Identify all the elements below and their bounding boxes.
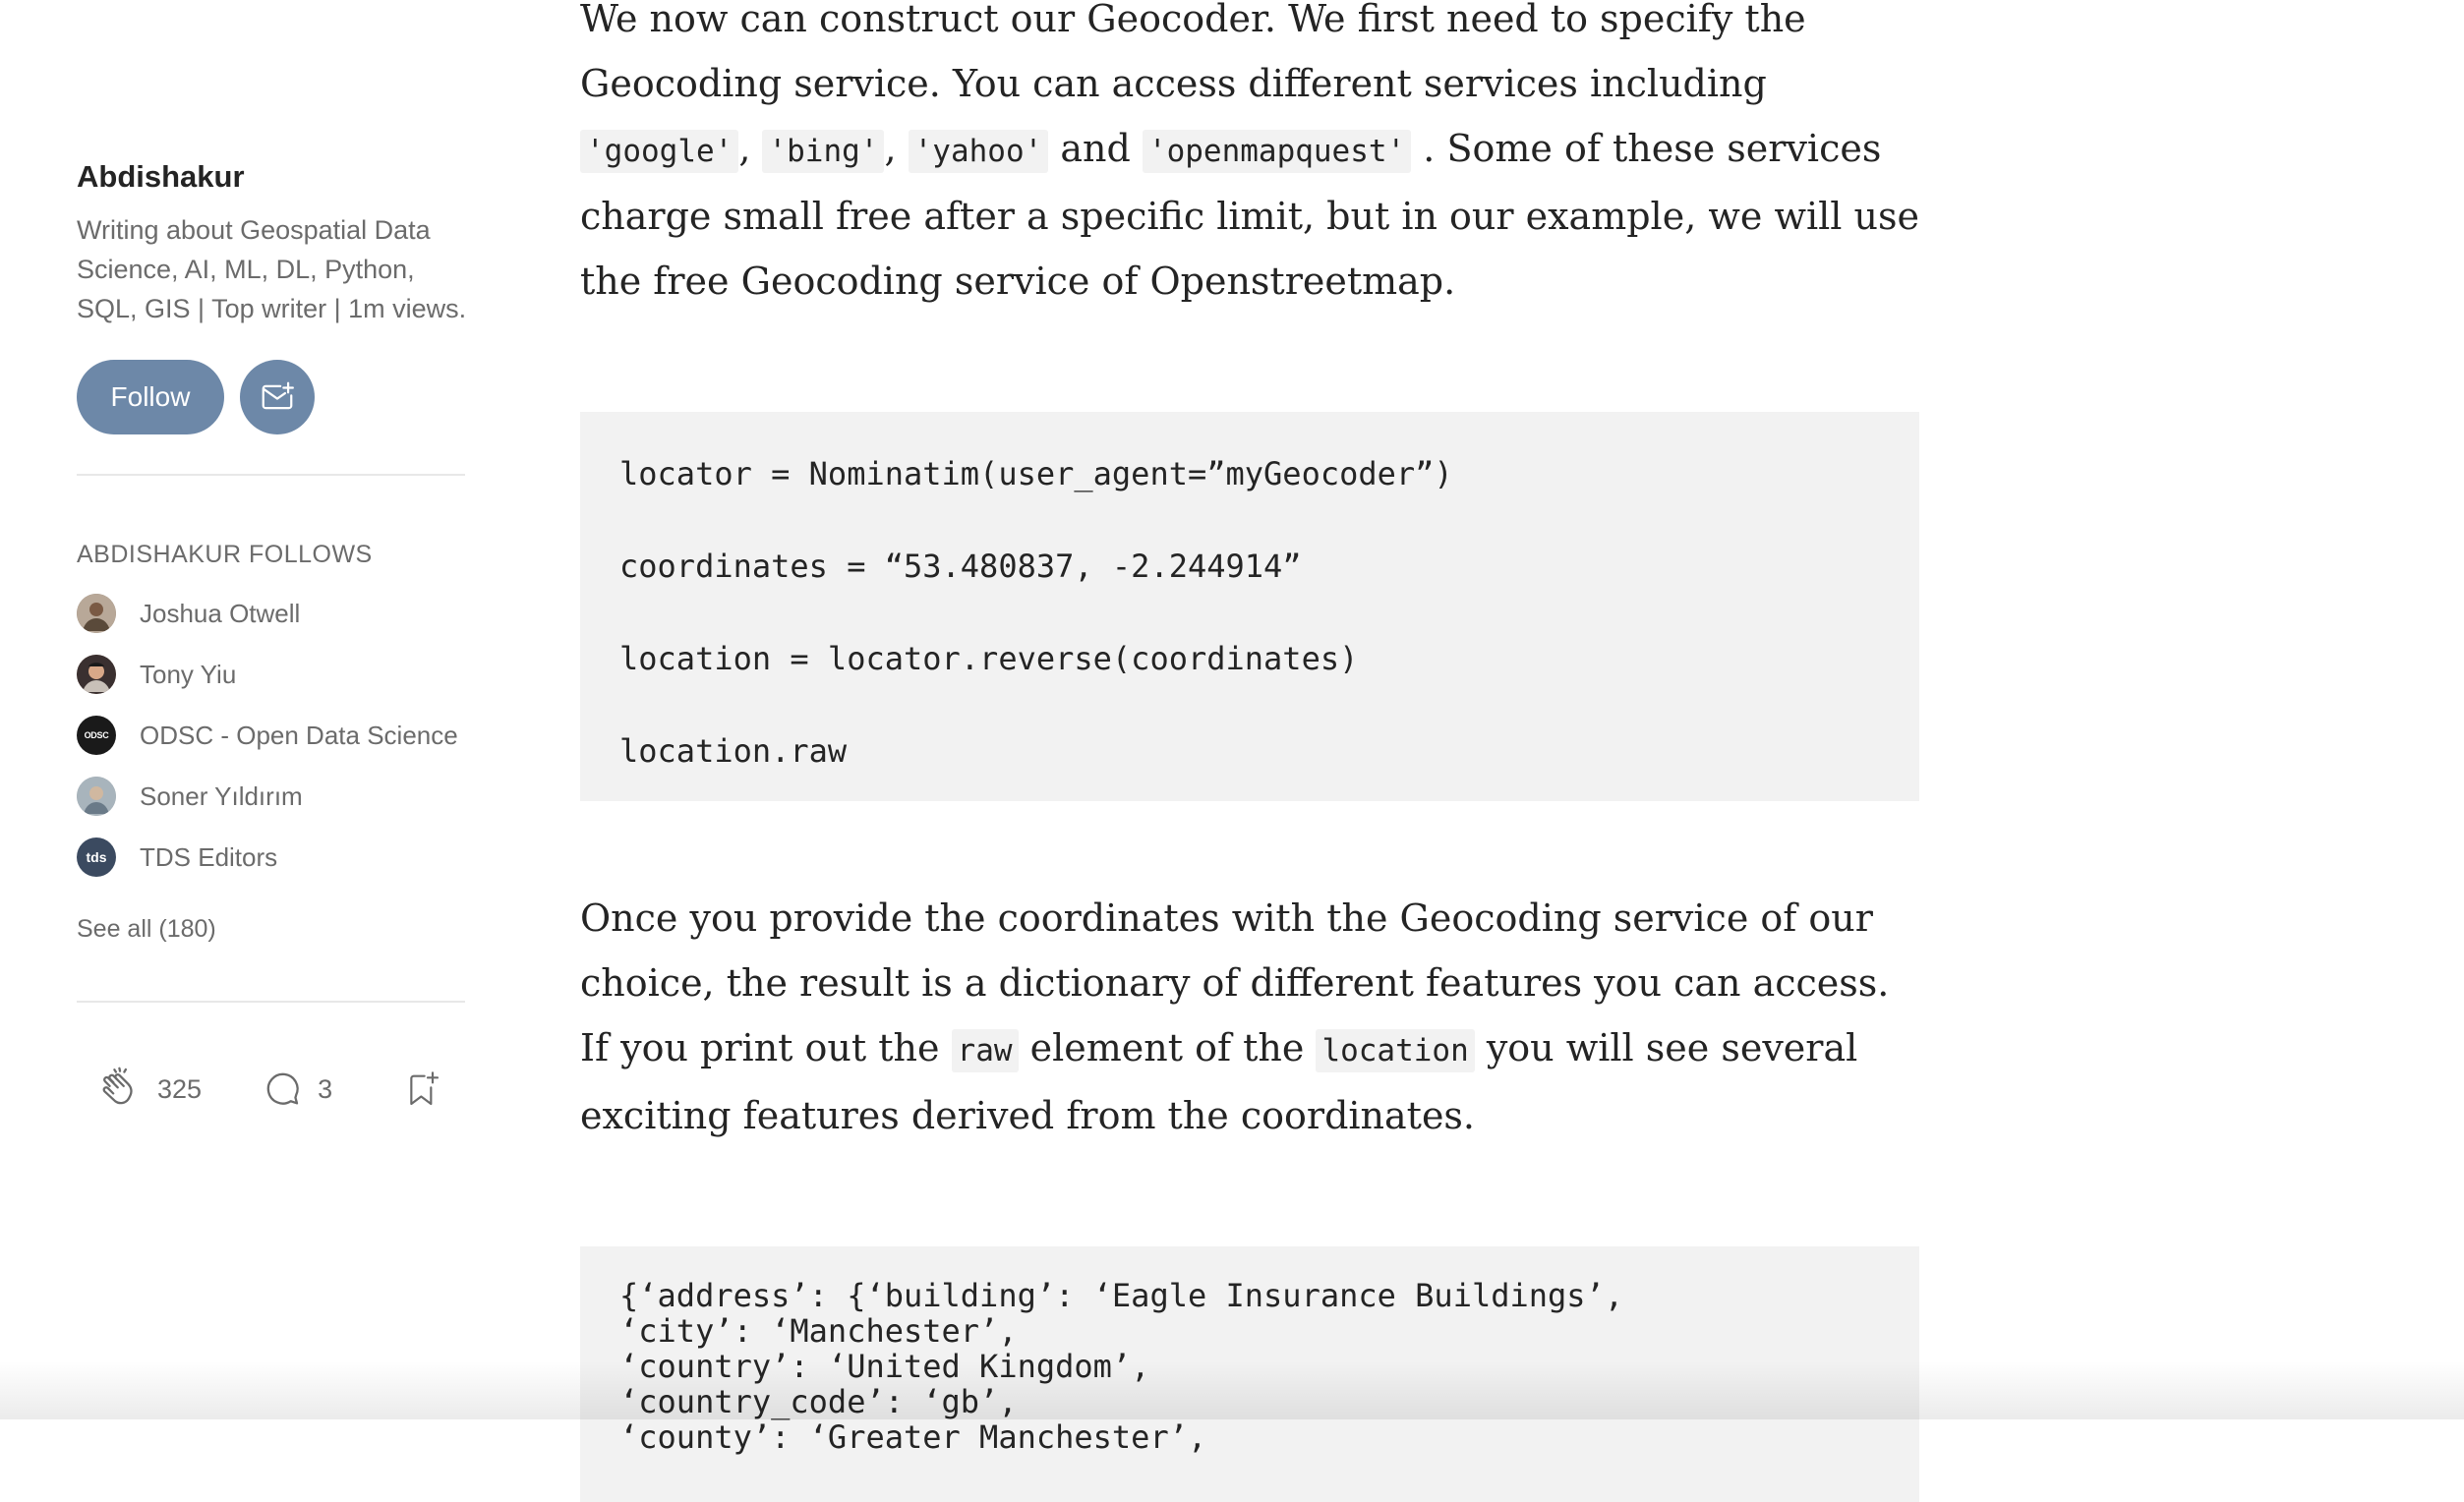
text-run: element of the — [1018, 1026, 1317, 1069]
odsc-logo-icon: ODSC — [84, 730, 109, 740]
article-body: We now can construct our Geocoder. We fi… — [580, 0, 1919, 1502]
divider — [77, 474, 465, 476]
follows-name: Tony Yiu — [140, 659, 237, 689]
code-line: ‘country’: ‘United Kingdom’, — [619, 1348, 1150, 1385]
follows-name: ODSC - Open Data Science — [140, 720, 458, 750]
text-run: , — [884, 127, 909, 170]
code-line: locator = Nominatim(user_agent=”myGeocod… — [619, 455, 1453, 492]
follow-row: Follow — [77, 360, 465, 434]
follows-name: Joshua Otwell — [140, 598, 301, 628]
text-run: We now can construct our Geocoder. We fi… — [580, 0, 1806, 105]
mail-plus-icon — [262, 381, 294, 410]
inline-code: 'openmapquest' — [1142, 130, 1412, 173]
subscribe-button[interactable] — [240, 360, 315, 434]
code-block: {‘address’: {‘building’: ‘Eagle Insuranc… — [580, 1246, 1919, 1502]
code-line: ‘country_code’: ‘gb’, — [619, 1383, 1018, 1420]
follows-item-tony-yiu[interactable]: Tony Yiu — [77, 644, 465, 705]
code-block: locator = Nominatim(user_agent=”myGeocod… — [580, 412, 1919, 801]
save-button[interactable] — [403, 1068, 442, 1111]
code-line: location = locator.reverse(coordinates) — [619, 640, 1359, 677]
inline-code: 'yahoo' — [908, 130, 1049, 173]
comment-icon — [266, 1072, 299, 1105]
follows-item-odsc[interactable]: ODSC ODSC - Open Data Science — [77, 705, 465, 766]
follows-item-tds-editors[interactable]: tds TDS Editors — [77, 827, 465, 888]
inline-code: 'bing' — [762, 130, 885, 173]
inline-code: location — [1316, 1029, 1475, 1072]
author-sidebar: Abdishakur Writing about Geospatial Data… — [77, 157, 466, 1119]
author-name[interactable]: Abdishakur — [77, 157, 465, 197]
follows-item-soner-yildirim[interactable]: Soner Yıldırım — [77, 766, 465, 827]
see-all-link[interactable]: See all (180) — [77, 915, 216, 944]
clap-icon — [102, 1067, 133, 1105]
article-paragraph: We now can construct our Geocoder. We fi… — [580, 0, 1919, 314]
text-run: , — [738, 127, 763, 170]
inline-code: 'google' — [580, 130, 739, 173]
avatar — [77, 594, 116, 633]
comment-count: 3 — [318, 1073, 333, 1104]
divider — [77, 1001, 465, 1003]
code-line: {‘address’: {‘building’: ‘Eagle Insuranc… — [619, 1277, 1624, 1314]
inline-code: raw — [951, 1029, 1019, 1072]
tds-logo-icon: tds — [86, 849, 107, 865]
avatar — [77, 777, 116, 816]
clap-count: 325 — [157, 1073, 203, 1104]
follow-button[interactable]: Follow — [77, 360, 224, 434]
code-line: location.raw — [619, 732, 848, 770]
follows-name: Soner Yıldırım — [140, 780, 303, 811]
follows-heading: ABDISHAKUR FOLLOWS — [77, 541, 373, 568]
avatar: ODSC — [77, 716, 116, 755]
author-bio: Writing about Geospatial Data Science, A… — [77, 215, 467, 323]
comments-button[interactable]: 3 — [263, 1069, 332, 1110]
avatar — [77, 655, 116, 694]
clap-button[interactable]: 325 — [94, 1065, 202, 1114]
article-paragraph: Once you provide the coordinates with th… — [580, 886, 1919, 1148]
follows-item-joshua-otwell[interactable]: Joshua Otwell — [77, 583, 465, 644]
follows-name: TDS Editors — [140, 841, 278, 872]
code-line: ‘county’: ‘Greater Manchester’, — [619, 1418, 1207, 1456]
code-line: coordinates = “53.480837, -2.244914” — [619, 548, 1302, 585]
article-actions: 325 3 — [77, 1060, 465, 1119]
avatar: tds — [77, 838, 116, 877]
bookmark-plus-icon — [410, 1071, 440, 1106]
text-run: and — [1048, 127, 1143, 170]
code-line: ‘city’: ‘Manchester’, — [619, 1312, 1018, 1350]
follows-list: Joshua Otwell Tony Yiu ODSC ODSC - Open … — [77, 583, 465, 888]
